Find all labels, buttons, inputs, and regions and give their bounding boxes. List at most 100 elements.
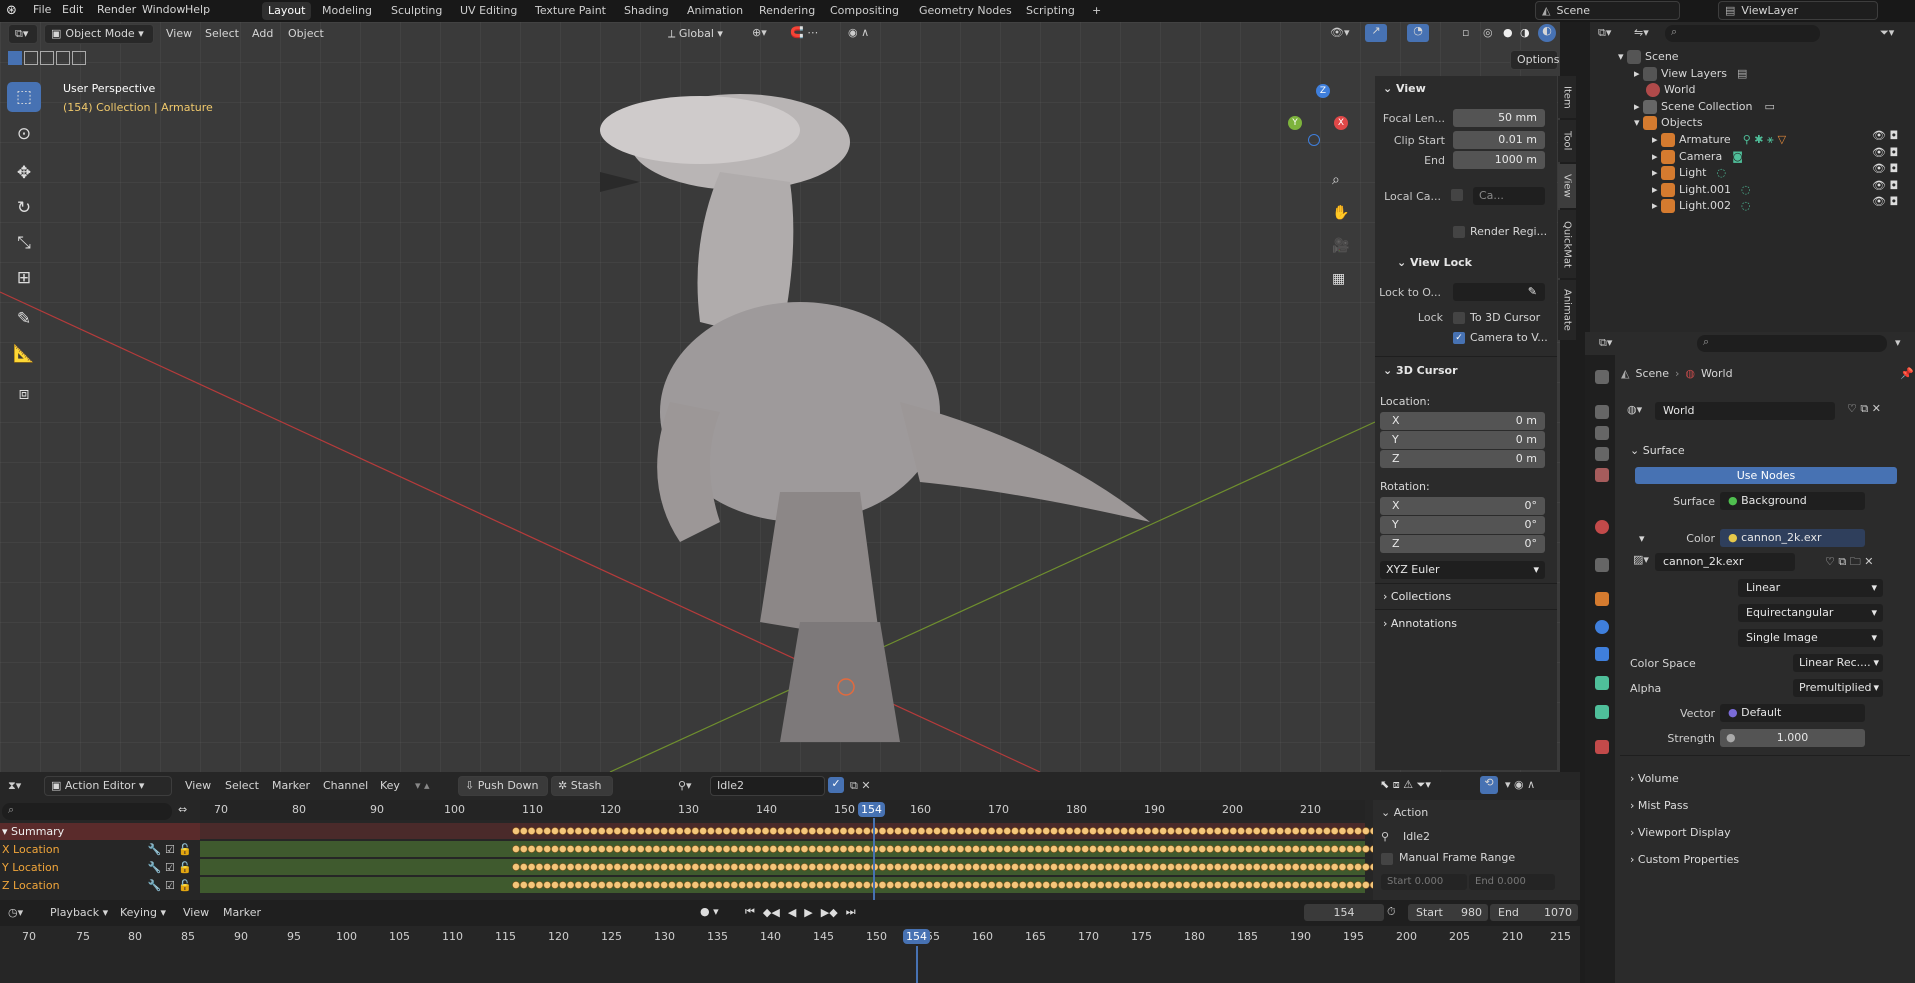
play-reverse-icon[interactable]: ◀ xyxy=(788,906,796,919)
collection-properties-icon[interactable] xyxy=(1595,558,1609,572)
action-menu-key[interactable]: Key xyxy=(380,779,400,792)
eye-icon[interactable]: 👁 ◘ xyxy=(1872,161,1898,178)
use-nodes-button[interactable]: Use Nodes xyxy=(1635,467,1897,484)
bone-properties-icon[interactable] xyxy=(1595,705,1609,719)
render-properties-icon[interactable] xyxy=(1595,405,1609,419)
sidebar-tab-item[interactable]: Item xyxy=(1558,76,1576,118)
view-layer-properties-icon[interactable] xyxy=(1595,447,1609,461)
navigation-gizmo[interactable]: Z X Y xyxy=(1286,82,1356,152)
sidebar-tab-view[interactable]: View xyxy=(1558,164,1576,208)
editor-mode-dropdown[interactable]: ▣ Action Editor ▾ xyxy=(44,776,172,796)
volume-section-header[interactable]: › Volume xyxy=(1630,772,1679,785)
properties-editor-icon[interactable]: ⧉▾ xyxy=(1599,336,1612,350)
current-frame-field[interactable]: 154 xyxy=(1304,904,1384,921)
stash-button[interactable]: ✲ Stash xyxy=(551,776,613,796)
channel-y-location[interactable]: Y Location 🔧 ☑ 🔓 xyxy=(0,859,200,876)
action-end-field[interactable]: End 0.000 xyxy=(1469,874,1555,890)
tab-layout[interactable]: Layout xyxy=(262,2,312,20)
timeline-ruler[interactable]: 70 75 80 85 90 95 100 105 110 115 120 12… xyxy=(0,926,1580,983)
next-keyframe-icon[interactable]: ▶◆ xyxy=(821,906,838,919)
outliner-item-scene[interactable]: ▾ Scene xyxy=(1618,48,1679,66)
action-start-field[interactable]: Start 0.000 xyxy=(1381,874,1467,890)
sidebar-tab-quickmat[interactable]: QuickMat xyxy=(1558,210,1576,278)
keyframes[interactable] xyxy=(512,880,1450,890)
channel-controls-icon[interactable]: 🔧 ☑ 🔓 xyxy=(148,859,192,876)
physics-properties-icon[interactable] xyxy=(1595,620,1609,634)
tab-texture-paint[interactable]: Texture Paint xyxy=(529,2,612,20)
rotation-mode-dropdown[interactable]: XYZ Euler ▾ xyxy=(1380,561,1545,579)
view-lock-header[interactable]: ⌄ View Lock xyxy=(1397,256,1472,269)
channel-summary[interactable]: ▾ Summary xyxy=(0,823,200,840)
menu-edit[interactable]: Edit xyxy=(62,3,83,16)
summary-lane[interactable] xyxy=(200,823,1450,839)
color-input-field[interactable]: ● cannon_2k.exr xyxy=(1720,529,1865,547)
menu-render[interactable]: Render xyxy=(97,3,136,16)
prev-keyframe-icon[interactable]: ◆◀ xyxy=(763,906,780,919)
proportional-icons[interactable]: ▾ ◉ ∧ xyxy=(1505,778,1535,791)
eye-icon[interactable]: 👁 ◘ xyxy=(1872,128,1898,145)
object-data-properties-icon[interactable] xyxy=(1595,676,1609,690)
channel-x-location[interactable]: X Location 🔧 ☑ 🔓 xyxy=(0,841,200,858)
gizmo-z-icon[interactable]: Z xyxy=(1316,84,1330,98)
local-camera-checkbox[interactable] xyxy=(1451,189,1463,201)
world-properties-icon[interactable] xyxy=(1595,520,1609,534)
jump-end-icon[interactable]: ⏭ xyxy=(846,905,856,919)
menu-window[interactable]: Window xyxy=(142,3,185,16)
timeline-menu-view[interactable]: View xyxy=(183,906,209,919)
source-dropdown[interactable]: Single Image ▾ xyxy=(1738,629,1883,647)
outliner-item-objects[interactable]: ▾ Objects xyxy=(1634,114,1703,132)
keyframes[interactable] xyxy=(512,862,1450,872)
tool-properties-icon[interactable] xyxy=(1595,370,1609,384)
mist-pass-section-header[interactable]: › Mist Pass xyxy=(1630,799,1688,812)
clip-start-field[interactable]: 0.01 m xyxy=(1453,131,1545,149)
world-name-field[interactable]: World xyxy=(1655,402,1835,420)
cursor-loc-x-field[interactable]: X 0 m xyxy=(1380,412,1545,430)
preview-range-icon[interactable]: ⏱ xyxy=(1387,905,1396,919)
tab-uv-editing[interactable]: UV Editing xyxy=(454,2,523,20)
gizmo-y-icon[interactable]: Y xyxy=(1288,116,1302,130)
scene-selector[interactable]: ◭ Scene xyxy=(1535,1,1680,20)
outliner-item-light[interactable]: ▸ Light ◌ xyxy=(1652,164,1726,182)
ortho-grid-icon[interactable]: ▦ xyxy=(1332,263,1349,296)
snap-toggle-icon[interactable]: ⟲ xyxy=(1480,776,1498,794)
zoom-icon[interactable]: ⌕ xyxy=(1332,164,1349,197)
action-header-tools[interactable]: ⬉ ⧈ ⚠ ⏷▾ xyxy=(1380,778,1431,792)
outliner-item-light-002[interactable]: ▸ Light.002 ◌ xyxy=(1652,197,1751,215)
push-down-button[interactable]: ⇩ Push Down xyxy=(458,776,548,796)
z-location-lane[interactable] xyxy=(200,877,1450,893)
tab-compositing[interactable]: Compositing xyxy=(824,2,905,20)
jump-start-icon[interactable]: ⏮ xyxy=(745,905,755,919)
channel-search-input[interactable]: ⌕ xyxy=(2,803,172,820)
eye-icon[interactable]: 👁 ◘ xyxy=(1872,194,1898,211)
x-location-lane[interactable] xyxy=(200,841,1450,857)
sidebar-tab-animate[interactable]: Animate xyxy=(1558,280,1576,340)
action-ruler[interactable]: 70 80 90 100 110 120 130 140 150 160 170… xyxy=(200,800,1365,820)
tab-scripting[interactable]: Scripting xyxy=(1020,2,1081,20)
pan-hand-icon[interactable]: ✋ xyxy=(1332,197,1349,230)
gizmo-neg-z-icon[interactable] xyxy=(1308,134,1320,146)
keyframes[interactable] xyxy=(512,826,1450,836)
channel-controls-icon[interactable]: 🔧 ☑ 🔓 xyxy=(148,877,192,894)
add-workspace-button[interactable]: + xyxy=(1086,2,1107,20)
tab-shading[interactable]: Shading xyxy=(618,2,675,20)
custom-properties-section-header[interactable]: › Custom Properties xyxy=(1630,853,1739,866)
surface-section-header[interactable]: ⌄ Surface xyxy=(1630,444,1685,457)
outliner-item-armature[interactable]: ▸ Armature ⚲ ✱ ⚹ ▽ xyxy=(1652,131,1786,149)
strength-field[interactable]: ● 1.000 xyxy=(1720,729,1865,747)
action-panel-header[interactable]: ⌄ Action xyxy=(1381,806,1428,819)
cursor-rot-x-field[interactable]: X 0° xyxy=(1380,497,1545,515)
action-menu-select[interactable]: Select xyxy=(225,779,259,792)
frame-end-field[interactable]: End 1070 xyxy=(1490,904,1578,921)
tab-sculpting[interactable]: Sculpting xyxy=(385,2,448,20)
menu-help[interactable]: Help xyxy=(185,3,210,16)
tab-modeling[interactable]: Modeling xyxy=(316,2,378,20)
frame-start-field[interactable]: Start 980 xyxy=(1408,904,1488,921)
breadcrumb-scene[interactable]: Scene xyxy=(1635,367,1669,380)
pin-icon[interactable]: 📌 xyxy=(1900,367,1914,380)
menu-file[interactable]: File xyxy=(33,3,51,16)
local-camera-field[interactable]: Ca... xyxy=(1473,187,1545,205)
tab-rendering[interactable]: Rendering xyxy=(753,2,821,20)
blender-logo-icon[interactable]: ⊛ xyxy=(6,3,17,18)
properties-options-icon[interactable]: ▾ xyxy=(1895,336,1901,349)
action-menu-view[interactable]: View xyxy=(185,779,211,792)
